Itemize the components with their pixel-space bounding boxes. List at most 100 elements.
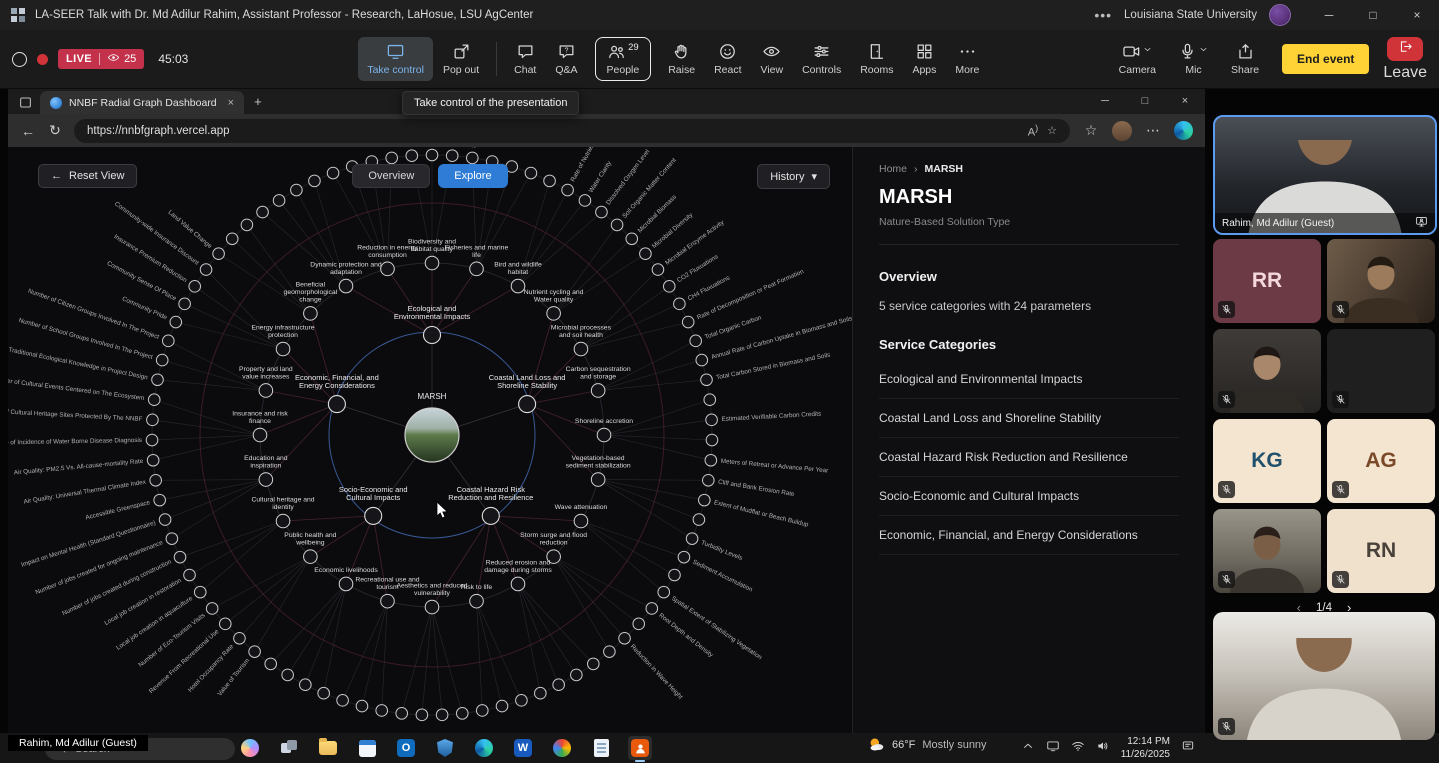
participant-tile[interactable] [1327, 329, 1435, 413]
metric-node[interactable] [194, 586, 206, 598]
taskbar-notepad-icon[interactable] [589, 736, 613, 760]
tray-chevron-up-icon[interactable] [1021, 739, 1035, 758]
category-node[interactable] [482, 507, 499, 524]
metric-node[interactable] [426, 149, 438, 161]
category-node[interactable] [328, 396, 345, 413]
mic-chevron-down-icon[interactable] [1198, 42, 1209, 60]
favorite-star-icon[interactable]: ☆ [1047, 124, 1057, 137]
category-node[interactable] [519, 396, 536, 413]
weather-widget[interactable]: 66°F Mostly sunny [868, 736, 987, 753]
metric-node[interactable] [579, 195, 591, 207]
take-control-button[interactable]: Take control [358, 37, 433, 81]
camera-chevron-down-icon[interactable] [1142, 42, 1153, 60]
metric-node[interactable] [704, 394, 716, 406]
parameter-node[interactable] [259, 473, 273, 487]
explore-tab[interactable]: Explore [438, 164, 507, 188]
service-category-item[interactable]: Ecological and Environmental Impacts [879, 360, 1179, 399]
more-button[interactable]: More [946, 37, 988, 81]
metric-node[interactable] [226, 233, 238, 245]
browser-close-button[interactable]: × [1165, 88, 1205, 114]
metric-node[interactable] [147, 454, 159, 466]
metric-node[interactable] [396, 708, 408, 720]
share-button[interactable]: Share [1222, 37, 1268, 81]
service-category-item[interactable]: Socio-Economic and Cultural Impacts [879, 477, 1179, 516]
taskbar-clock[interactable]: 12:14 PM 11/26/2025 [1121, 735, 1170, 761]
parameter-node[interactable] [547, 307, 561, 321]
taskbar-file-explorer-icon[interactable] [316, 736, 340, 760]
metric-node[interactable] [701, 374, 713, 386]
taskbar-security-shield-icon[interactable] [433, 736, 457, 760]
participant-tile[interactable]: AG [1327, 419, 1435, 503]
metric-node[interactable] [703, 474, 715, 486]
metric-node[interactable] [663, 281, 675, 293]
parameter-node[interactable] [591, 473, 605, 487]
metric-node[interactable] [206, 603, 218, 615]
metric-node[interactable] [386, 152, 398, 164]
tray-display-icon[interactable] [1046, 739, 1060, 758]
participant-tile[interactable]: KG [1213, 419, 1321, 503]
metric-node[interactable] [163, 335, 175, 347]
metric-node[interactable] [436, 709, 448, 721]
metric-node[interactable] [682, 316, 694, 328]
read-aloud-icon[interactable]: A) [1028, 123, 1038, 139]
participant-tile[interactable] [1327, 239, 1435, 323]
metric-node[interactable] [674, 298, 686, 310]
main-speaker-tile[interactable]: Rahim, Md Adilur (Guest) [1213, 115, 1437, 235]
metric-node[interactable] [496, 700, 508, 712]
metric-node[interactable] [174, 551, 186, 563]
metric-node[interactable] [273, 195, 285, 207]
parameter-node[interactable] [381, 594, 395, 608]
metric-node[interactable] [152, 374, 164, 386]
metric-node[interactable] [699, 494, 711, 506]
address-bar[interactable]: https://nnbfgraph.vercel.app A) ☆ [74, 119, 1070, 143]
parameter-node[interactable] [339, 577, 353, 591]
parameter-node[interactable] [339, 279, 353, 293]
tab-close-icon[interactable]: × [228, 97, 234, 109]
refresh-icon[interactable]: ↻ [47, 122, 63, 139]
metric-node[interactable] [658, 586, 670, 598]
parameter-node[interactable] [304, 307, 318, 321]
participant-tile[interactable] [1213, 509, 1321, 593]
parameter-node[interactable] [591, 384, 605, 398]
apps-button[interactable]: Apps [903, 37, 945, 81]
taskbar-outlook-icon[interactable]: O [394, 736, 418, 760]
taskbar-calendar-icon[interactable] [355, 736, 379, 760]
participant-tile[interactable]: RR [1213, 239, 1321, 323]
browser-minimize-button[interactable]: ─ [1085, 88, 1125, 114]
parameter-node[interactable] [574, 342, 588, 356]
favorites-icon[interactable]: ☆ [1083, 122, 1099, 139]
metric-node[interactable] [633, 618, 645, 630]
parameter-node[interactable] [276, 514, 290, 528]
metric-node[interactable] [587, 658, 599, 670]
metric-node[interactable] [416, 709, 428, 721]
parameter-node[interactable] [304, 550, 318, 564]
parameter-node[interactable] [470, 594, 484, 608]
wifi-icon[interactable] [1071, 739, 1085, 758]
parameter-node[interactable] [511, 279, 525, 293]
metric-node[interactable] [535, 687, 547, 699]
taskbar-edge-icon[interactable] [472, 736, 496, 760]
metric-node[interactable] [166, 533, 178, 545]
metric-node[interactable] [669, 569, 681, 581]
taskbar-chrome-icon[interactable] [550, 736, 574, 760]
metric-node[interactable] [696, 354, 708, 366]
chat-button[interactable]: Chat [505, 37, 545, 81]
metric-node[interactable] [154, 494, 166, 506]
metric-node[interactable] [159, 514, 171, 526]
leave-button[interactable]: Leave [1383, 37, 1427, 82]
history-button[interactable]: History ▾ [757, 164, 830, 189]
people-button[interactable]: 29People [595, 37, 652, 81]
service-category-item[interactable]: Coastal Land Loss and Shoreline Stabilit… [879, 399, 1179, 438]
metric-node[interactable] [146, 434, 158, 446]
metric-node[interactable] [456, 708, 468, 720]
new-tab-button[interactable]: + [254, 94, 262, 109]
url-text[interactable]: https://nnbfgraph.vercel.app [87, 125, 1019, 137]
mic-button[interactable]: Mic [1169, 37, 1218, 81]
metric-node[interactable] [690, 335, 702, 347]
category-node[interactable] [424, 327, 441, 344]
metric-node[interactable] [571, 669, 583, 681]
parameter-node[interactable] [381, 262, 395, 276]
controls-button[interactable]: Controls [793, 37, 850, 81]
pop-out-button[interactable]: Pop out [434, 37, 488, 81]
react-button[interactable]: React [705, 37, 750, 81]
